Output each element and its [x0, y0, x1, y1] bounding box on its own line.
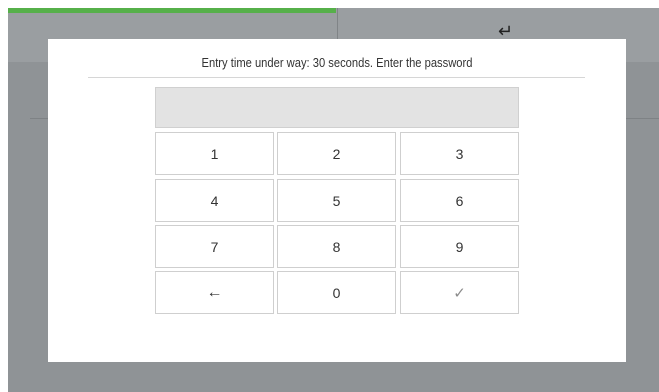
password-display	[155, 87, 519, 128]
backspace-arrow-icon: ←	[206, 283, 223, 301]
title-divider	[88, 77, 585, 78]
key-3[interactable]: 3	[400, 132, 519, 175]
confirm-button[interactable]: ✓	[400, 271, 519, 314]
key-8[interactable]: 8	[277, 225, 396, 268]
dialog-title: Entry time under way: 30 seconds. Enter …	[201, 55, 473, 70]
key-6[interactable]: 6	[400, 179, 519, 222]
enter-return-icon: ↵	[498, 21, 514, 41]
key-7[interactable]: 7	[155, 225, 274, 268]
key-2[interactable]: 2	[277, 132, 396, 175]
key-4[interactable]: 4	[155, 179, 274, 222]
key-0[interactable]: 0	[277, 271, 396, 314]
backspace-button[interactable]: ←	[155, 271, 274, 314]
key-1[interactable]: 1	[155, 132, 274, 175]
key-5[interactable]: 5	[277, 179, 396, 222]
background-divider	[626, 118, 659, 119]
key-9[interactable]: 9	[400, 225, 519, 268]
password-dialog: Entry time under way: 30 seconds. Enter …	[48, 39, 626, 362]
check-icon: ✓	[453, 284, 466, 302]
